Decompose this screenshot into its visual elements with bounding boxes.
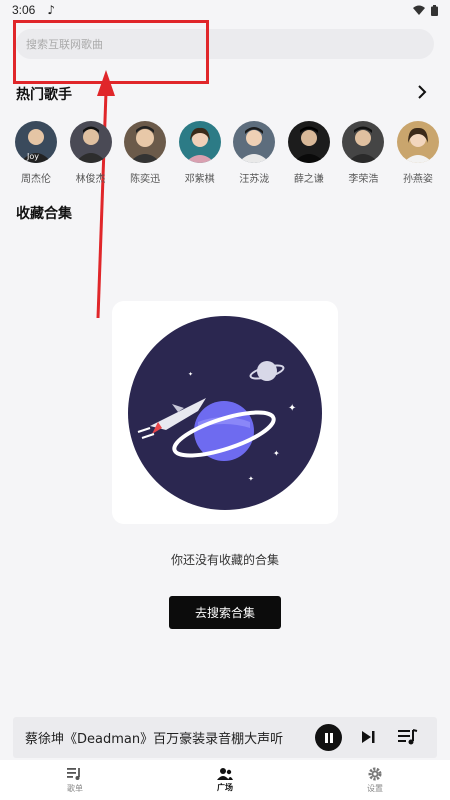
svg-text:✦: ✦: [248, 475, 254, 483]
avatar: [342, 121, 385, 163]
search-collections-button[interactable]: 去搜索合集: [169, 596, 281, 629]
nav-square[interactable]: 广场: [150, 760, 300, 800]
empty-state-card: ✦ ✦ ✦ ✦: [112, 301, 338, 524]
singer-name: 李荣浩: [348, 174, 379, 185]
singer-item[interactable]: 薛之谦: [285, 121, 333, 185]
singer-item[interactable]: 汪苏泷: [230, 121, 278, 185]
singer-name: 汪苏泷: [239, 174, 270, 185]
pause-icon: [324, 732, 333, 743]
empty-state-message: 你还没有收藏的合集: [170, 553, 279, 567]
nav-settings[interactable]: 设置: [300, 760, 450, 800]
svg-text:✦: ✦: [188, 371, 193, 378]
singer-name: 陈奕迅: [130, 174, 161, 185]
singer-item[interactable]: Joy 周杰伦: [12, 121, 60, 185]
battery-icon: [431, 4, 438, 16]
singer-item[interactable]: 邓紫棋: [176, 121, 224, 185]
music-note-icon: ♪: [47, 3, 56, 17]
playlist-icon: [67, 767, 80, 780]
singer-item[interactable]: 李荣浩: [339, 121, 387, 185]
nav-playlist[interactable]: 歌单: [0, 760, 150, 800]
avatar: [287, 121, 330, 163]
singer-name: 林俊杰: [75, 174, 106, 185]
chevron-right-icon[interactable]: [414, 84, 430, 100]
gear-icon: [368, 767, 382, 780]
skip-next-icon[interactable]: [360, 729, 376, 745]
status-time: 3:06: [12, 3, 36, 17]
nav-label: 歌单: [67, 783, 83, 793]
singer-name: 邓紫棋: [184, 174, 215, 185]
singer-item[interactable]: 林俊杰: [67, 121, 115, 185]
avatar: [69, 121, 112, 163]
status-bar: 3:06 ♪: [0, 0, 450, 20]
mini-player[interactable]: 蔡徐坤《Deadman》百万豪装录音棚大声听: [13, 717, 437, 758]
svg-text:✦: ✦: [273, 449, 280, 458]
avatar: [124, 121, 167, 163]
now-playing-title: 蔡徐坤《Deadman》百万豪装录音棚大声听: [25, 732, 284, 747]
singer-name: 周杰伦: [21, 174, 51, 185]
nav-label: 设置: [367, 783, 383, 793]
avatar: [178, 121, 221, 163]
hot-singers-title: 热门歌手: [16, 87, 72, 103]
svg-text:✦: ✦: [288, 403, 296, 414]
planet-rocket-illustration: ✦ ✦ ✦ ✦: [128, 315, 322, 510]
svg-text:Joy: Joy: [26, 152, 39, 161]
people-icon: [217, 767, 233, 780]
wifi-icon: [413, 5, 425, 15]
bottom-nav: 歌单 广场 设置: [0, 760, 450, 800]
singer-item[interactable]: 孙燕姿: [394, 121, 442, 185]
search-placeholder: 搜索互联网歌曲: [26, 38, 103, 51]
avatar: Joy: [15, 121, 57, 163]
singer-item[interactable]: 陈奕迅: [121, 121, 169, 185]
avatar: [396, 121, 439, 163]
avatar: [233, 121, 276, 163]
singer-name: 孙燕姿: [402, 174, 433, 185]
singer-list: Joy 周杰伦 林俊杰 陈奕迅 邓紫棋 汪苏泷 薛之谦 李荣浩 孙燕姿: [12, 121, 442, 185]
favorites-title: 收藏合集: [16, 206, 72, 222]
nav-label: 广场: [217, 782, 233, 792]
playlist-icon[interactable]: [398, 728, 418, 746]
search-input[interactable]: 搜索互联网歌曲: [16, 29, 434, 59]
pause-button[interactable]: [315, 724, 342, 751]
singer-name: 薛之谦: [293, 174, 324, 185]
status-icons: [413, 4, 438, 16]
